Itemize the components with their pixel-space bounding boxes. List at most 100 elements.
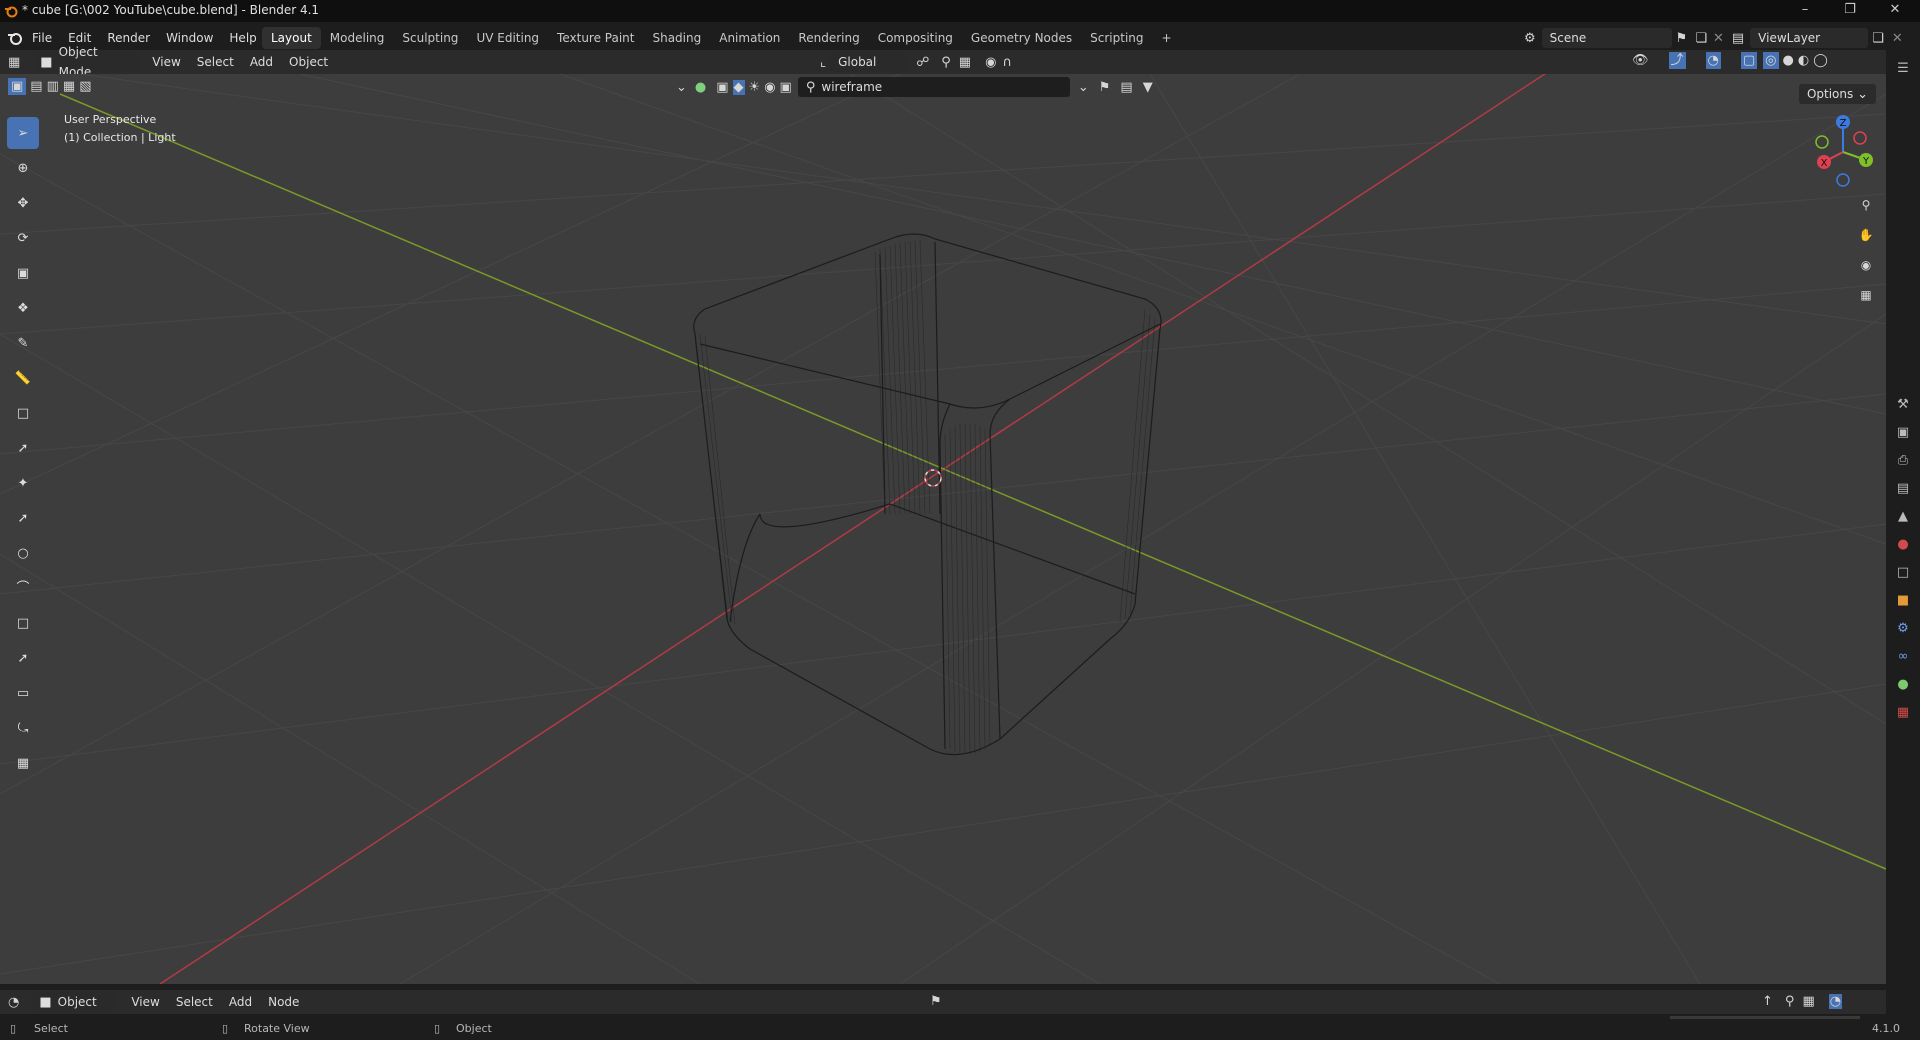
filter-icon[interactable]: ▼	[1143, 81, 1153, 94]
visibility-icon[interactable]: 👁	[1632, 54, 1649, 67]
select-extend-icon[interactable]: ▤	[30, 80, 42, 93]
measure-tool[interactable]: 📏	[7, 362, 39, 394]
tab-compositing[interactable]: Compositing	[869, 27, 962, 49]
chevron-down-icon[interactable]: ⌄	[676, 81, 687, 94]
tab-uv-editing[interactable]: UV Editing	[467, 27, 548, 49]
minimize-button[interactable]: –	[1790, 0, 1820, 22]
rotate-tool[interactable]: ⟳	[7, 222, 39, 254]
modifier-properties-icon[interactable]: ⚙	[1893, 618, 1913, 638]
close-button[interactable]: ✕	[1880, 0, 1910, 22]
overlay-toggle-icon[interactable]: ◔	[1828, 994, 1843, 1009]
snap-icon[interactable]: ⚲	[941, 56, 951, 69]
proportional-edit-icon[interactable]: ◉	[985, 56, 996, 69]
view-layer-icon[interactable]: ▤	[1732, 32, 1744, 45]
render-properties-icon[interactable]: ▣	[1893, 422, 1913, 442]
mesh-filter-icon[interactable]: ◆	[732, 79, 745, 95]
view-layer-selector[interactable]: ViewLayer	[1750, 28, 1869, 48]
outliner-toggle-icon[interactable]: ☰	[1893, 58, 1913, 78]
tab-sculpting[interactable]: Sculpting	[393, 27, 467, 49]
empty-filter-icon[interactable]: ▣	[780, 81, 792, 94]
spin-tool[interactable]: ⤿	[7, 712, 39, 744]
add-circle-tool[interactable]: ○	[7, 537, 39, 569]
tab-scripting[interactable]: Scripting	[1081, 27, 1152, 49]
cursor-tool[interactable]: ⊕	[7, 152, 39, 184]
select-box-tool[interactable]: ➢	[7, 117, 39, 149]
menu-node[interactable]: Node	[260, 992, 307, 1012]
xray-toggle-icon[interactable]: ▢	[1740, 52, 1758, 69]
falloff-icon[interactable]: ∩	[1002, 56, 1012, 69]
view-layer-properties-icon[interactable]: ▤	[1893, 478, 1913, 498]
grid-fill-tool[interactable]: ▦	[7, 747, 39, 779]
menu-select[interactable]: Select	[189, 52, 242, 72]
snap-icon[interactable]: ⚲	[1785, 995, 1795, 1008]
viewport-search-field[interactable]: ⚲ wireframe	[797, 77, 1070, 97]
tab-animation[interactable]: Animation	[710, 27, 789, 49]
overlay-toggle-icon[interactable]: ◔	[1705, 52, 1721, 69]
menu-object[interactable]: Object	[281, 52, 336, 72]
world-properties-icon[interactable]: ●	[1893, 534, 1913, 554]
tab-layout[interactable]: Layout	[262, 27, 321, 49]
3d-viewport[interactable]: ▣ ▤ ▥ ▦ ▧ ⌄ ● ▣ ◆ ☀ ◉ ▣ ⚲ wireframe ⌄ ⚑ …	[0, 74, 1886, 984]
pan-hand-icon[interactable]: ✋	[1853, 222, 1879, 248]
new-view-layer-icon[interactable]: ❏	[1872, 32, 1884, 45]
add-plane-tool[interactable]: □	[7, 607, 39, 639]
ortho-grid-icon[interactable]: ▦	[1853, 282, 1879, 308]
transform-tool[interactable]: ❖	[7, 292, 39, 324]
scene-properties-icon[interactable]: ▲	[1893, 506, 1913, 526]
pin-icon[interactable]: ⚑	[930, 995, 942, 1008]
pivot-icon[interactable]: ☍	[916, 56, 929, 69]
restore-button[interactable]: ❐	[1835, 0, 1865, 22]
move-tool[interactable]: ✥	[7, 187, 39, 219]
annotate-tool[interactable]: ✎	[7, 327, 39, 359]
constraint-properties-icon[interactable]: ∞	[1893, 646, 1913, 666]
object-properties-icon[interactable]: ■	[1893, 590, 1913, 610]
orientation-selector[interactable]: Global	[830, 52, 907, 72]
select-invert-icon[interactable]: ▦	[63, 80, 75, 93]
editor-type-icon[interactable]: ▦	[8, 56, 20, 69]
menu-view[interactable]: View	[144, 52, 188, 72]
object-filter-icon[interactable]: ▣	[716, 81, 728, 94]
snap-target-icon[interactable]: ▦	[959, 56, 971, 69]
texture-properties-icon[interactable]: ▦	[1893, 702, 1913, 722]
extrude-tool[interactable]: ➚	[7, 432, 39, 464]
scene-selector[interactable]: Scene	[1541, 28, 1672, 48]
pin-icon[interactable]: ⚑	[1676, 32, 1688, 45]
gizmo-toggle-icon[interactable]: ⤴	[1668, 52, 1686, 69]
new-scene-icon[interactable]: ❏	[1695, 32, 1707, 45]
add-line-tool[interactable]: ➚	[7, 502, 39, 534]
select-new-icon[interactable]: ▣	[8, 78, 27, 95]
delete-view-layer-icon[interactable]: ✕	[1892, 32, 1903, 45]
navigation-gizmo[interactable]: Z Y X	[1808, 114, 1878, 190]
output-properties-icon[interactable]: ⎙	[1893, 450, 1913, 470]
shading-solid-icon[interactable]: ●	[1783, 54, 1794, 67]
timeline-mode-selector[interactable]: ■ Object	[33, 992, 118, 1012]
shading-material-icon[interactable]: ◐	[1798, 54, 1809, 67]
tab-rendering[interactable]: Rendering	[789, 27, 868, 49]
tab-shading[interactable]: Shading	[643, 27, 710, 49]
tool-properties-icon[interactable]: ⚒	[1893, 394, 1913, 414]
chevron-down-icon[interactable]: ⌄	[1078, 81, 1089, 94]
editor-type-icon[interactable]: ◔	[8, 996, 19, 1009]
tab-modeling[interactable]: Modeling	[321, 27, 394, 49]
scale-tool[interactable]: ▣	[7, 257, 39, 289]
shading-wireframe-icon[interactable]: ◎	[1763, 52, 1779, 69]
display-options-icon[interactable]: ▤	[1120, 81, 1132, 94]
snap-options-icon[interactable]: ▦	[1802, 995, 1814, 1008]
camera-view-icon[interactable]: ◉	[1853, 252, 1879, 278]
scene-icon[interactable]: ⚙	[1524, 32, 1536, 45]
menu-view[interactable]: View	[123, 992, 167, 1012]
options-button[interactable]: Options ⌄	[1798, 84, 1876, 104]
add-cube-tool[interactable]: □	[7, 397, 39, 429]
knife-tool[interactable]: ➚	[7, 642, 39, 674]
mode-selector[interactable]: ■ Object Mode	[34, 45, 139, 79]
collection-properties-icon[interactable]: □	[1893, 562, 1913, 582]
menu-add[interactable]: Add	[221, 992, 260, 1012]
color-wheel-icon[interactable]: ●	[695, 81, 706, 94]
menu-select[interactable]: Select	[168, 992, 221, 1012]
select-intersect-icon[interactable]: ▧	[79, 80, 91, 93]
tab-geometry-nodes[interactable]: Geometry Nodes	[962, 27, 1081, 49]
zoom-icon[interactable]: ⚲	[1853, 192, 1879, 218]
blender-menu-icon[interactable]	[6, 30, 24, 46]
data-properties-icon[interactable]: ●	[1893, 674, 1913, 694]
menu-add[interactable]: Add	[242, 52, 281, 72]
